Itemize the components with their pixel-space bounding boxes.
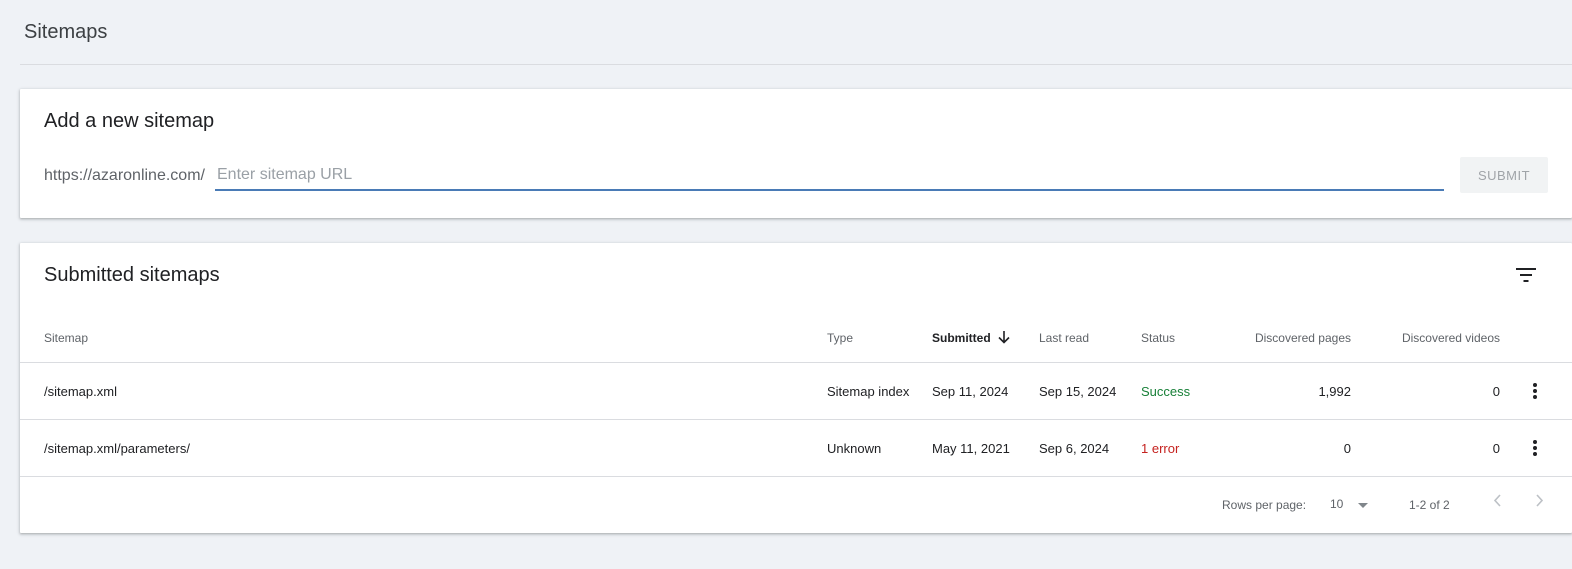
status-badge: Success (1141, 383, 1191, 399)
next-page-button[interactable] (1528, 491, 1552, 515)
column-header-discovered-videos[interactable]: Discovered videos (1402, 313, 1500, 362)
table-pagination: Rows per page: 10 1-2 of 2 (20, 477, 1572, 533)
column-header-sitemap[interactable]: Sitemap (44, 313, 88, 362)
submitted-sitemaps-card: Submitted sitemaps Sitemap Type Submitte… (20, 243, 1572, 533)
title-divider (20, 64, 1572, 65)
cell-discovered-pages: 0 (1343, 440, 1351, 456)
column-header-discovered-pages[interactable]: Discovered pages (1255, 313, 1351, 362)
cell-last-read: Sep 6, 2024 (1039, 440, 1110, 456)
dropdown-arrow-icon (1358, 495, 1369, 513)
sort-descending-icon (998, 331, 1010, 344)
column-header-type[interactable]: Type (827, 313, 853, 362)
cell-discovered-videos: 0 (1492, 440, 1500, 456)
cell-last-read: Sep 15, 2024 (1039, 383, 1117, 399)
table-row[interactable]: /sitemap.xml/parameters/ Unknown May 11,… (20, 420, 1572, 477)
sitemap-url-input[interactable] (215, 163, 1444, 191)
submitted-sitemaps-title: Submitted sitemaps (44, 264, 220, 286)
cell-discovered-pages: 1,992 (1318, 383, 1351, 399)
column-header-last-read[interactable]: Last read (1039, 313, 1089, 362)
filter-icon[interactable] (1514, 263, 1538, 287)
cell-submitted: Sep 11, 2024 (932, 383, 1009, 399)
previous-page-button[interactable] (1485, 491, 1509, 515)
pagination-range: 1-2 of 2 (1409, 498, 1450, 512)
table-header-row: Sitemap Type Submitted Last read Status … (20, 313, 1572, 363)
cell-sitemap: /sitemap.xml (44, 383, 117, 399)
add-sitemap-card: Add a new sitemap https://azaronline.com… (20, 89, 1572, 218)
table-row[interactable]: /sitemap.xml Sitemap index Sep 11, 2024 … (20, 363, 1572, 420)
add-sitemap-title: Add a new sitemap (44, 110, 215, 132)
rows-per-page-select[interactable]: 10 (1330, 492, 1369, 516)
chevron-left-icon (1493, 494, 1501, 512)
cell-sitemap: /sitemap.xml/parameters/ (44, 440, 190, 456)
cell-type: Unknown (827, 440, 882, 456)
status-badge: 1 error (1141, 440, 1180, 456)
column-header-submitted-label: Submitted (932, 330, 991, 345)
cell-submitted: May 11, 2021 (932, 440, 1010, 456)
column-header-submitted[interactable]: Submitted (932, 313, 1010, 362)
chevron-right-icon (1536, 494, 1544, 512)
cell-discovered-videos: 0 (1492, 383, 1500, 399)
page-title: Sitemaps (24, 21, 108, 43)
rows-per-page-value: 10 (1330, 497, 1344, 511)
more-vert-icon[interactable] (1523, 420, 1547, 476)
cell-type: Sitemap index (827, 383, 910, 399)
submit-button[interactable]: SUBMIT (1460, 157, 1548, 193)
url-prefix: https://azaronline.com/ (44, 167, 205, 184)
column-header-status[interactable]: Status (1141, 313, 1175, 362)
rows-per-page-label: Rows per page: (1222, 498, 1307, 512)
more-vert-icon[interactable] (1523, 363, 1547, 419)
